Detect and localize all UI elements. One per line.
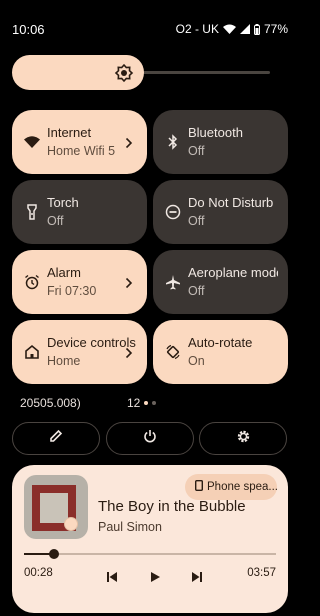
- seek-bar[interactable]: [24, 549, 276, 559]
- brightness-track[interactable]: [122, 71, 270, 74]
- battery-icon: [253, 23, 260, 35]
- tile-title: Torch: [47, 195, 79, 210]
- previous-button[interactable]: [105, 570, 119, 584]
- page-dot[interactable]: [152, 401, 156, 405]
- tile-subtitle: Off: [188, 144, 205, 158]
- tile-title: Alarm: [47, 265, 81, 280]
- tile-subtitle: Off: [47, 214, 64, 228]
- tile-auto-rotate[interactable]: Auto-rotate On: [153, 320, 288, 384]
- total-time: 03:57: [247, 567, 276, 579]
- page-dot-active[interactable]: [144, 401, 148, 405]
- next-button[interactable]: [190, 570, 204, 584]
- album-art: [24, 475, 88, 539]
- tile-title: Do Not Disturb: [188, 195, 274, 210]
- elapsed-time: 00:28: [24, 567, 53, 579]
- tile-subtitle: Fri 07:30: [47, 284, 97, 298]
- clock: 10:06: [12, 22, 45, 37]
- media-player-card[interactable]: Phone spea... The Boy in the Bubble Paul…: [12, 465, 288, 613]
- seek-thumb[interactable]: [48, 549, 59, 559]
- power-button[interactable]: [106, 422, 194, 455]
- auto-rotate-icon: [164, 343, 182, 361]
- tile-device-controls[interactable]: Device controls Home: [12, 320, 147, 384]
- wifi-icon: [222, 24, 236, 34]
- tile-subtitle: Off: [188, 214, 205, 228]
- phone-icon: [194, 479, 203, 494]
- tile-aeroplane-mode[interactable]: Aeroplane mode Off: [153, 250, 288, 314]
- home-icon: [23, 343, 41, 361]
- output-device-label: Phone spea...: [207, 481, 278, 493]
- play-icon: [151, 572, 160, 582]
- edit-button[interactable]: [12, 422, 100, 455]
- tile-subtitle: Home Wifi 5: [47, 144, 116, 158]
- pencil-icon: [49, 429, 63, 448]
- brightness-slider[interactable]: [12, 55, 270, 90]
- battery-percent: 77%: [263, 22, 288, 36]
- carrier-label: O2 - UK: [175, 22, 219, 36]
- tile-do-not-disturb[interactable]: Do Not Disturb Off: [153, 180, 288, 244]
- previous-icon: [107, 572, 117, 582]
- do-not-disturb-icon: [164, 203, 182, 221]
- tile-title: Aeroplane mode: [188, 265, 278, 280]
- wifi-icon: [23, 133, 41, 151]
- power-icon: [143, 429, 157, 448]
- play-button[interactable]: [148, 570, 162, 584]
- song-title: The Boy in the Bubble: [98, 498, 246, 515]
- tile-torch[interactable]: Torch Off: [12, 180, 147, 244]
- gear-icon: [236, 429, 251, 449]
- torch-icon: [23, 203, 41, 221]
- artist-name: Paul Simon: [98, 520, 162, 534]
- tile-subtitle: On: [188, 354, 205, 368]
- status-icons: O2 - UK 77%: [176, 22, 288, 36]
- brightness-icon: [114, 63, 134, 83]
- chevron-right-icon[interactable]: [125, 276, 133, 289]
- chevron-right-icon[interactable]: [125, 136, 133, 149]
- tile-title: Bluetooth: [188, 125, 243, 140]
- output-device-chip[interactable]: Phone spea...: [185, 474, 278, 500]
- tile-subtitle: Off: [188, 284, 205, 298]
- tile-title: Auto-rotate: [188, 335, 253, 350]
- tile-subtitle: Home: [47, 354, 81, 368]
- signal-icon: [239, 24, 250, 34]
- tile-internet[interactable]: Internet Home Wifi 5: [12, 110, 147, 174]
- tile-title: Internet: [47, 125, 92, 140]
- aeroplane-icon: [164, 273, 182, 291]
- tile-bluetooth[interactable]: Bluetooth Off: [153, 110, 288, 174]
- app-badge: [64, 517, 78, 531]
- alarm-icon: [23, 273, 41, 291]
- build-number: 20505.008): [20, 396, 81, 410]
- tile-alarm[interactable]: Alarm Fri 07:30: [12, 250, 147, 314]
- page-indicator-label: 12: [127, 396, 141, 410]
- tile-title: Device controls: [47, 335, 136, 350]
- next-icon: [192, 572, 202, 582]
- bluetooth-icon: [164, 133, 182, 151]
- chevron-right-icon[interactable]: [125, 346, 133, 359]
- status-bar: 10:06 O2 - UK 77%: [0, 0, 300, 40]
- settings-button[interactable]: [199, 422, 287, 455]
